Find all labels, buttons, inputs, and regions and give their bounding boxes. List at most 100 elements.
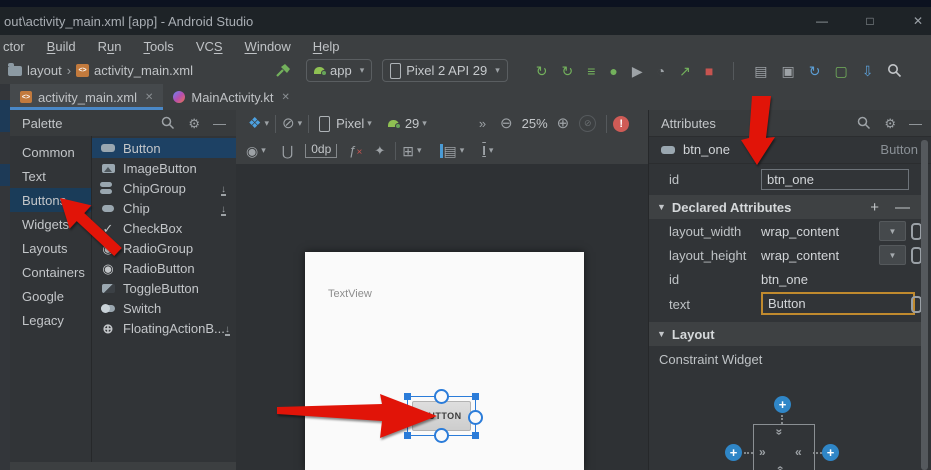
wrap-height-chevron-icon[interactable]: » (772, 429, 786, 436)
build-hammer-icon[interactable] (275, 62, 292, 79)
button-widget-face[interactable]: BUTTON (412, 401, 471, 431)
category-layouts[interactable]: Layouts (10, 236, 91, 260)
attribute-row-layout-height[interactable]: layout_height wrap_content ▼ (649, 243, 924, 267)
build-lines-icon[interactable]: ≡ (587, 64, 595, 78)
chevron-down-icon[interactable]: ▾ (261, 145, 266, 156)
gear-icon[interactable]: ⚙ (884, 117, 896, 130)
stop-icon[interactable]: ■ (705, 64, 713, 78)
running-devices-icon[interactable]: ▣ (782, 64, 795, 78)
menu-tools[interactable]: Tools (132, 39, 184, 54)
breadcrumb-file[interactable]: activity_main.xml (94, 63, 193, 78)
tool-stripe-segment[interactable] (0, 164, 10, 186)
align-icon[interactable]: ▤ (440, 144, 457, 158)
close-button[interactable]: ✕ (907, 14, 929, 28)
palette-item-floatingactionbutton[interactable]: ⊕ FloatingActionB... ↓ (92, 318, 236, 338)
palette-item-radiogroup[interactable]: ◉ RadioGroup (92, 238, 236, 258)
close-tab-icon[interactable]: ✕ (281, 92, 289, 103)
search-icon[interactable] (857, 116, 871, 130)
palette-item-chipgroup[interactable]: ChipGroup ↓ (92, 178, 236, 198)
attributes-scrollbar[interactable] (921, 140, 928, 470)
category-legacy[interactable]: Legacy (10, 308, 91, 332)
tool-stripe-selected-segment[interactable] (0, 100, 10, 132)
constraint-anchor-right[interactable] (468, 410, 483, 425)
text-value-input[interactable]: Button (761, 292, 915, 315)
constraint-anchor-bottom[interactable] (434, 428, 449, 443)
apply-code-changes-icon[interactable]: ↻ (561, 64, 573, 78)
chevron-down-icon[interactable]: ▾ (489, 145, 494, 156)
device-selector[interactable]: Pixel 2 API 29 ▾ (382, 59, 507, 82)
resize-handle-se[interactable] (472, 432, 479, 439)
add-constraint-top-button[interactable]: + (774, 396, 791, 413)
zoom-to-fit-icon[interactable]: ⊘ (579, 115, 596, 132)
device-screen[interactable]: TextView BUTTON (305, 252, 584, 470)
gauge-icon[interactable]: ◔ (657, 64, 665, 78)
category-text[interactable]: Text (10, 164, 91, 188)
palette-item-radiobutton[interactable]: ◉ RadioButton (92, 258, 236, 278)
infer-constraints-wand-icon[interactable]: ✦ (374, 144, 385, 157)
search-icon[interactable] (161, 116, 175, 130)
chevron-down-icon[interactable]: ▾ (417, 145, 422, 156)
wrap-width-chevron-icon[interactable]: » (759, 445, 766, 459)
dropdown-button[interactable]: ▼ (879, 245, 906, 265)
category-buttons[interactable]: Buttons (10, 188, 91, 212)
gear-icon[interactable]: ⚙ (188, 117, 200, 130)
tab-mainactivity-kt[interactable]: MainActivity.kt ✕ (163, 84, 300, 110)
palette-item-checkbox[interactable]: ✓ CheckBox (92, 218, 236, 238)
chevron-down-icon[interactable]: ▾ (264, 118, 269, 129)
palette-item-button[interactable]: Button (92, 138, 236, 158)
attribute-row-text[interactable]: text Button (649, 291, 924, 317)
apply-changes-icon[interactable]: ↻ (536, 64, 548, 78)
constraint-anchor-top[interactable] (434, 389, 449, 404)
add-constraint-right-button[interactable]: + (822, 444, 839, 461)
search-everywhere-icon[interactable] (887, 63, 902, 78)
menu-refactor[interactable]: ctor (0, 39, 36, 54)
debug-bug-icon[interactable]: ● (609, 64, 617, 78)
declared-attributes-section[interactable]: ▼ Declared Attributes + — (649, 195, 924, 219)
palette-scrollbar[interactable] (10, 462, 236, 470)
zoom-out-icon[interactable]: ⊖ (500, 116, 513, 131)
clear-constraints-icon[interactable]: ƒ× (349, 143, 362, 158)
category-containers[interactable]: Containers (10, 260, 91, 284)
category-google[interactable]: Google (10, 284, 91, 308)
pack-icon[interactable]: ⊞ (402, 144, 414, 158)
default-margin-control[interactable]: 0dp (305, 144, 337, 158)
add-constraint-left-button[interactable]: + (725, 444, 742, 461)
tab-activity-main-xml[interactable]: <> activity_main.xml ✕ (10, 84, 163, 110)
constraint-anchor-left[interactable] (400, 410, 415, 425)
button-widget[interactable]: BUTTON (412, 401, 471, 431)
wrap-height-chevron-icon[interactable]: » (772, 466, 786, 470)
maximize-button[interactable]: □ (859, 14, 881, 28)
sdk-manager-icon[interactable]: ⇩ (862, 64, 874, 78)
category-common[interactable]: Common (10, 140, 91, 164)
profiler-icon[interactable]: ▶ (632, 64, 643, 78)
design-surface[interactable]: TextView BUTTON (236, 164, 648, 470)
zoom-in-icon[interactable]: ⊕ (557, 116, 570, 131)
toolbar-overflow-icon[interactable]: » (479, 117, 486, 130)
canvas-device-label[interactable]: Pixel (336, 116, 364, 131)
download-icon[interactable]: ↓ (225, 320, 230, 336)
category-widgets[interactable]: Widgets (10, 212, 91, 236)
autoconnect-magnet-icon[interactable]: ⋃ (282, 144, 293, 158)
add-attribute-button[interactable]: + (870, 199, 879, 216)
download-icon[interactable]: ↓ (221, 180, 226, 196)
textview-widget[interactable]: TextView (328, 288, 372, 300)
resize-handle-sw[interactable] (404, 432, 411, 439)
resize-handle-ne[interactable] (472, 393, 479, 400)
device-file-explorer-icon[interactable]: ▤ (754, 64, 767, 78)
download-icon[interactable]: ↓ (221, 200, 226, 216)
hide-panel-icon[interactable]: — (909, 117, 922, 130)
gradle-sync-icon[interactable]: ↻ (809, 64, 821, 78)
design-surface-icon[interactable]: ❖ (248, 116, 261, 131)
collapse-triangle-icon[interactable]: ▼ (657, 202, 666, 212)
palette-item-togglebutton[interactable]: ToggleButton (92, 278, 236, 298)
remove-attribute-button[interactable]: — (895, 199, 910, 216)
palette-item-chip[interactable]: Chip ↓ (92, 198, 236, 218)
device-manager-icon[interactable]: ▢ (835, 64, 848, 78)
chevron-down-icon[interactable]: ▾ (367, 118, 372, 129)
palette-item-imagebutton[interactable]: ImageButton (92, 158, 236, 178)
close-tab-icon[interactable]: ✕ (145, 92, 153, 103)
canvas-api-label[interactable]: 29 (405, 116, 419, 131)
menu-help[interactable]: Help (302, 39, 351, 54)
layout-section[interactable]: ▼ Layout (649, 322, 924, 346)
palette-item-switch[interactable]: Switch (92, 298, 236, 318)
